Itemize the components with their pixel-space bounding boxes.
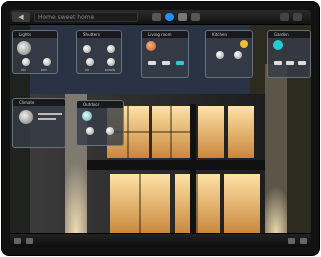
bottom-right-icon[interactable] [288,238,295,244]
card-header: Climate [13,99,65,106]
widget-card-kitchen[interactable]: Kitchen [205,30,253,78]
thermostat-icon [19,110,33,124]
bottom-left-icon-2[interactable] [26,238,33,244]
widget-card-climate[interactable]: Climate [12,98,66,148]
title-field[interactable]: Home sweet home [34,12,138,22]
slider-thumb-a[interactable] [148,61,156,65]
card-header: Living room [142,31,188,38]
shutter-up-icon[interactable] [83,45,91,53]
widget-card-living-room[interactable]: Living room [141,30,189,78]
widget-card-lights[interactable]: Lights ON DIM [12,30,58,74]
slider-thumb-b[interactable] [162,61,170,65]
climate-bar-b [38,118,56,120]
temperature-icon [146,41,156,51]
widget-card-shutters[interactable]: Shutters UP DOWN [76,30,122,74]
bottom-bar [10,233,311,247]
outdoor-toggle-b[interactable] [106,127,114,135]
edit-icon[interactable] [191,13,200,21]
power-toggle[interactable] [22,58,30,66]
shutter-toggle-a[interactable] [86,58,94,66]
menu-icon[interactable] [293,13,302,21]
garden-slider-a[interactable] [274,61,282,65]
bottom-right-icon-2[interactable] [300,238,307,244]
app-screen: ◀ Home sweet home Lights ON DIM Shutters [10,10,311,247]
kitchen-toggle-b[interactable] [234,51,242,59]
shutter-down-icon[interactable] [107,45,115,53]
lightbulb-icon [17,41,31,55]
slider-thumb-c[interactable] [176,61,184,65]
home-icon[interactable] [165,13,174,21]
grid-view-icon[interactable] [152,13,161,21]
garden-icon [273,40,283,50]
outdoor-icon [82,111,92,121]
up-label: UP [85,68,90,72]
bottom-left-icon[interactable] [14,238,21,244]
back-button[interactable]: ◀ [12,12,30,22]
monitor-icon[interactable] [178,13,187,21]
kitchen-toggle-a[interactable] [216,51,224,59]
card-header: Garden [268,31,310,38]
widget-card-outdoor[interactable]: Outdoor [76,100,124,146]
shutter-toggle-b[interactable] [107,58,115,66]
bulb-icon [240,40,248,48]
climate-bar-a [38,113,62,115]
card-header: Outdoor [77,101,123,108]
dim-toggle[interactable] [43,58,51,66]
widget-card-garden[interactable]: Garden [267,30,311,78]
top-bar: ◀ Home sweet home [10,10,311,25]
card-header: Lights [13,31,57,38]
card-header: Kitchen [206,31,252,38]
on-label: ON [21,68,26,72]
garden-slider-b[interactable] [286,61,294,65]
tablet-frame: ◀ Home sweet home Lights ON DIM Shutters [2,2,319,255]
card-header: Shutters [77,31,121,38]
down-label: DOWN [105,68,115,72]
outdoor-toggle-a[interactable] [86,127,94,135]
garden-slider-c[interactable] [298,61,306,65]
dim-label: DIM [41,68,47,72]
settings-icon[interactable] [280,13,289,21]
